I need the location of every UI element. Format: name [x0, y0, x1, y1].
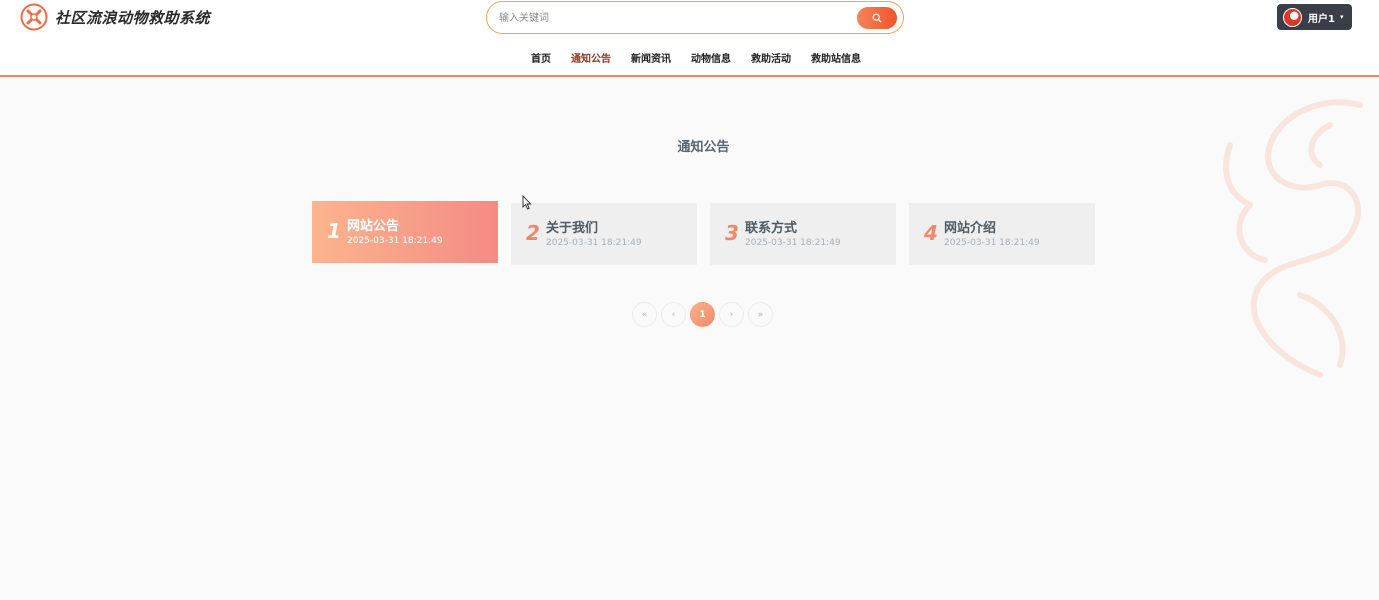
- notice-number: 2: [526, 221, 540, 245]
- prev-page-button[interactable]: ‹: [661, 302, 686, 327]
- first-page-button[interactable]: «: [632, 302, 657, 327]
- paw-logo-icon: [20, 3, 48, 31]
- nav-item-news[interactable]: 新闻资讯: [631, 50, 671, 68]
- nav-item-notices[interactable]: 通知公告: [571, 50, 611, 68]
- notice-date: 2025-03-31 18:21:49: [745, 238, 841, 248]
- notice-number: 3: [725, 221, 739, 245]
- notice-date: 2025-03-31 18:21:49: [347, 236, 443, 246]
- user-name: 用户1: [1308, 13, 1335, 25]
- user-menu-button[interactable]: 用户1 ▾: [1277, 4, 1352, 30]
- search-bar: [486, 1, 904, 34]
- notice-title: 网站公告: [347, 219, 400, 234]
- avatar: [1283, 7, 1302, 27]
- notice-date: 2025-03-31 18:21:49: [944, 238, 1040, 248]
- pagination: « ‹ 1 › »: [632, 302, 773, 327]
- notice-card[interactable]: 4 网站介绍 2025-03-31 18:21:49: [909, 203, 1095, 265]
- notice-number: 1: [327, 219, 341, 243]
- site-title: 社区流浪动物救助系统: [55, 8, 211, 27]
- notice-card[interactable]: 1 网站公告 2025-03-31 18:21:49: [312, 201, 498, 263]
- nav-item-rescue-activities[interactable]: 救助活动: [751, 50, 791, 68]
- nav-item-home[interactable]: 首页: [531, 50, 551, 68]
- last-page-button[interactable]: »: [748, 302, 773, 327]
- mouse-cursor-icon: [522, 195, 532, 210]
- search-button[interactable]: [857, 7, 897, 29]
- site-logo[interactable]: 社区流浪动物救助系统: [20, 3, 210, 31]
- main-nav: 首页 通知公告 新闻资讯 动物信息 救助活动 救助站信息: [0, 50, 1379, 68]
- notice-title: 网站介绍: [944, 221, 997, 236]
- next-page-button[interactable]: ›: [719, 302, 744, 327]
- notice-card[interactable]: 2 关于我们 2025-03-31 18:21:49: [511, 203, 697, 265]
- notice-date: 2025-03-31 18:21:49: [546, 238, 642, 248]
- dragon-decoration-icon: [1223, 99, 1363, 378]
- notice-card[interactable]: 3 联系方式 2025-03-31 18:21:49: [710, 203, 896, 265]
- notice-number: 4: [924, 221, 938, 245]
- header: 社区流浪动物救助系统 用户1 ▾ 首页 通知公告 新闻资讯 动物信息 救助活动 …: [0, 0, 1379, 77]
- search-input[interactable]: [499, 8, 839, 28]
- notice-title: 关于我们: [546, 221, 599, 236]
- nav-item-rescue-stations[interactable]: 救助站信息: [811, 50, 861, 68]
- page-title: 通知公告: [677, 140, 730, 155]
- search-icon: [872, 13, 882, 23]
- nav-item-animals[interactable]: 动物信息: [691, 50, 731, 68]
- notice-title: 联系方式: [745, 221, 798, 236]
- chevron-down-icon: ▾: [1339, 13, 1344, 21]
- page-button-current[interactable]: 1: [690, 302, 715, 327]
